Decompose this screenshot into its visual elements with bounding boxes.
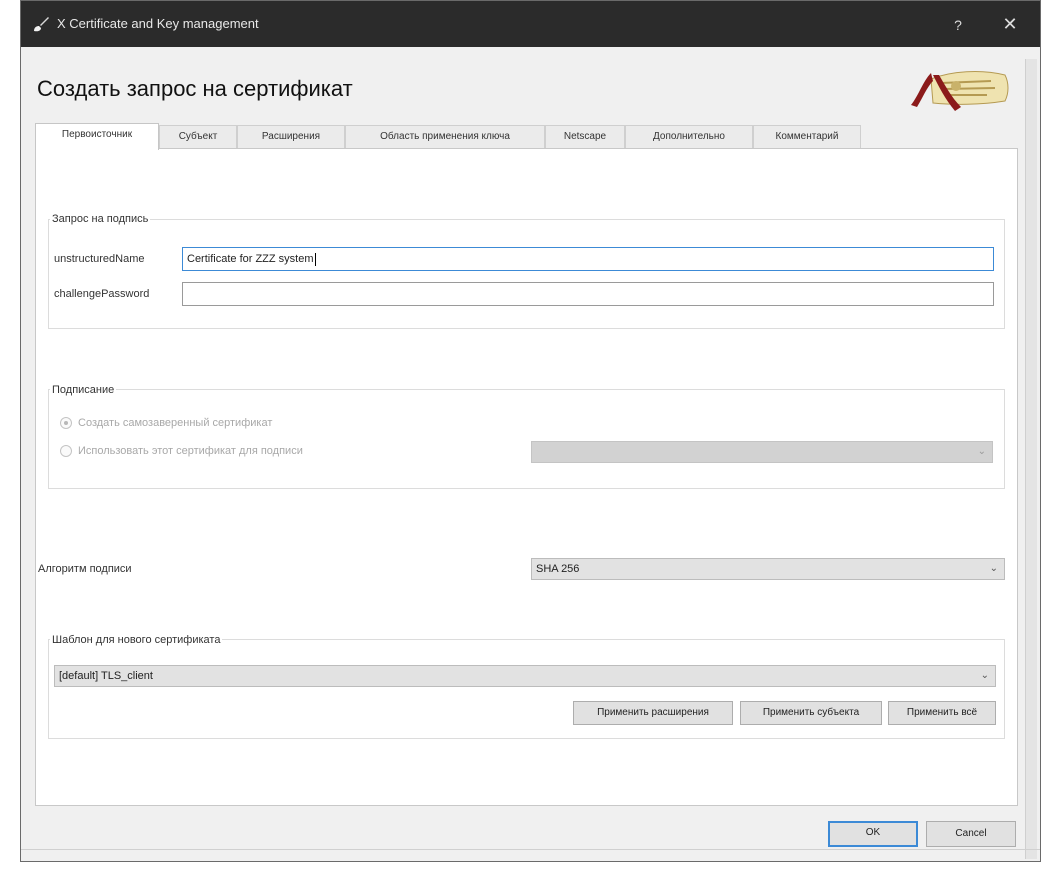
challenge-password-field[interactable] — [182, 282, 994, 306]
brush-icon — [34, 17, 49, 32]
tab-panel: Запрос на подпись unstructuredName Certi… — [35, 148, 1018, 806]
signing-request-group — [48, 219, 1005, 329]
algorithm-label: Алгоритм подписи — [38, 563, 132, 575]
signing-title: Подписание — [50, 384, 117, 396]
unstructured-name-value: Certificate for ZZZ system — [187, 253, 314, 265]
radio-self-signed-label: Создать самозаверенный сертификат — [78, 417, 273, 429]
unstructured-name-field[interactable]: Certificate for ZZZ system — [182, 247, 994, 271]
signing-group — [48, 389, 1005, 489]
footer-divider — [21, 849, 1040, 850]
apply-subject-button[interactable]: Применить субъекта — [740, 701, 882, 725]
tab-subject[interactable]: Субъект — [159, 125, 237, 149]
ok-button[interactable]: OK — [828, 821, 918, 847]
tab-source[interactable]: Первоисточник — [35, 123, 159, 150]
signing-cert-select: ⌄ — [531, 441, 993, 463]
algorithm-value: SHA 256 — [536, 563, 580, 575]
title-bar[interactable]: X Certificate and Key management ? ✕ — [21, 1, 1040, 47]
cancel-button[interactable]: Cancel — [926, 821, 1016, 847]
dialog-window: X Certificate and Key management ? ✕ Соз… — [20, 0, 1041, 862]
window-title: X Certificate and Key management — [57, 16, 259, 31]
signing-request-title: Запрос на подпись — [50, 213, 151, 225]
radio-use-cert[interactable]: Использовать этот сертификат для подписи — [60, 445, 303, 458]
tab-netscape[interactable]: Netscape — [545, 125, 625, 149]
unstructured-name-label: unstructuredName — [54, 253, 145, 265]
window-edge — [1025, 59, 1037, 859]
challenge-password-label: challengePassword — [54, 288, 150, 300]
apply-extensions-button[interactable]: Применить расширения — [573, 701, 733, 725]
chevron-down-icon: ⌄ — [977, 446, 986, 457]
radio-use-cert-label: Использовать этот сертификат для подписи — [78, 445, 303, 457]
template-title: Шаблон для нового сертификата — [50, 634, 223, 646]
template-value: [default] TLS_client — [59, 670, 153, 682]
apply-all-button[interactable]: Применить всё — [888, 701, 996, 725]
text-caret — [314, 252, 316, 266]
radio-unchecked-icon — [60, 445, 72, 458]
chevron-down-icon: ⌄ — [989, 563, 998, 574]
tab-key-usage[interactable]: Область применения ключа — [345, 125, 545, 149]
certificate-scroll-logo — [911, 71, 1009, 111]
close-button[interactable]: ✕ — [993, 11, 1027, 37]
tab-extensions[interactable]: Расширения — [237, 125, 345, 149]
tab-comment[interactable]: Комментарий — [753, 125, 861, 149]
help-button[interactable]: ? — [943, 13, 973, 37]
page-title: Создать запрос на сертификат — [37, 76, 353, 101]
radio-self-signed[interactable]: Создать самозаверенный сертификат — [60, 417, 273, 430]
algorithm-select[interactable]: SHA 256 ⌄ — [531, 558, 1005, 580]
template-select[interactable]: [default] TLS_client ⌄ — [54, 665, 996, 687]
tab-advanced[interactable]: Дополнительно — [625, 125, 753, 149]
chevron-down-icon: ⌄ — [980, 670, 989, 681]
radio-checked-icon — [60, 417, 72, 430]
